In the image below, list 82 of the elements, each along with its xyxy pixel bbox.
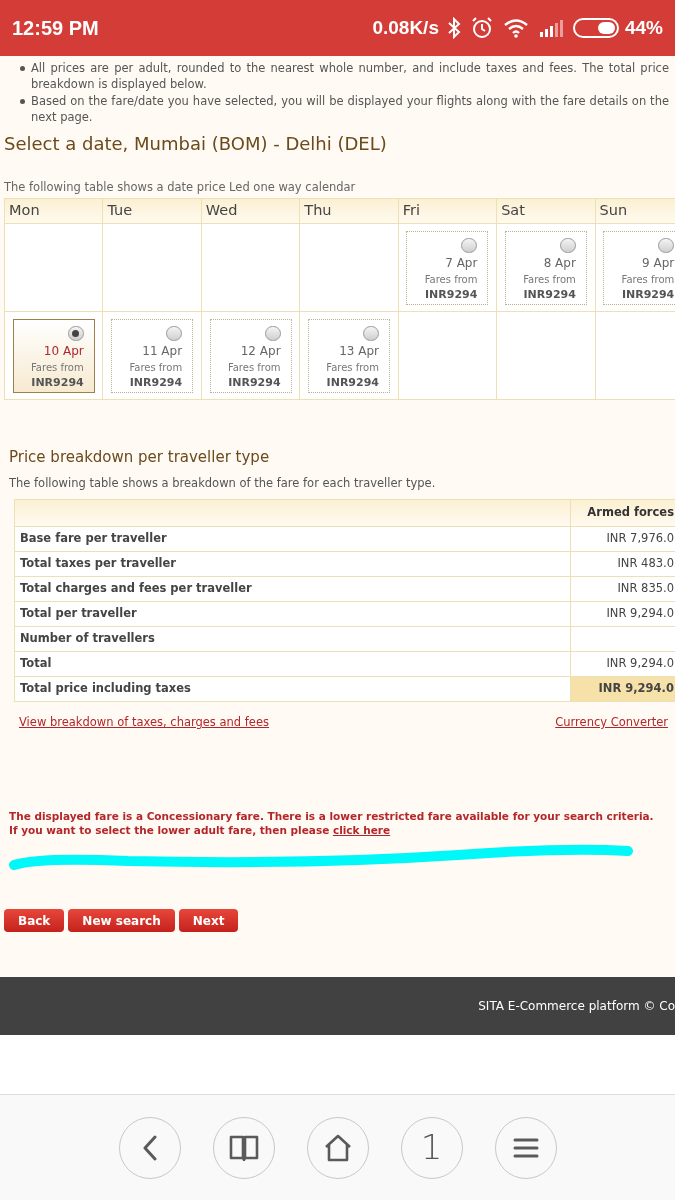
fare-price: INR9294 — [425, 287, 478, 304]
row-value: INR 9,294.0 — [571, 602, 675, 627]
radio-button[interactable] — [264, 325, 281, 342]
row-label: Base fare per traveller — [15, 527, 571, 552]
date-label: 12 Apr — [240, 343, 281, 361]
row-label: Total — [15, 652, 571, 677]
day-header: Tue — [103, 199, 202, 225]
row-label: Total price including taxes — [15, 677, 571, 702]
action-button[interactable]: Back — [4, 909, 65, 933]
date-label: 9 Apr — [642, 255, 675, 273]
clock-time: 12:59 PM — [12, 16, 99, 41]
day-header: Wed — [201, 199, 301, 225]
action-button[interactable]: New search — [68, 909, 175, 933]
fares-from-label: Fares from — [227, 361, 281, 376]
day-header: Fri — [398, 199, 498, 225]
fares-from-label: Fares from — [129, 361, 183, 376]
fare-price: INR9294 — [129, 375, 183, 392]
day-header: Sun — [595, 199, 675, 225]
battery-icon — [572, 18, 619, 38]
date-label: 8 Apr — [543, 255, 576, 273]
radio-button[interactable] — [559, 237, 576, 254]
battery-percent: 44% — [624, 15, 663, 40]
row-value: INR 7,976.0 — [571, 527, 675, 552]
wifi-icon — [502, 18, 529, 38]
column-header: Armed forces — [571, 500, 675, 527]
date-fare-option[interactable]: 13 Apr Fares from INR9294 — [308, 318, 390, 393]
radio-button[interactable] — [363, 325, 379, 342]
chevron-left-icon — [141, 1134, 158, 1161]
row-value: INR 835.0 — [571, 577, 675, 602]
fares-from-label: Fares from — [621, 273, 675, 288]
radio-button[interactable] — [67, 325, 84, 342]
fare-price: INR9294 — [523, 287, 576, 304]
footer-text: SITA E-Commerce platform © Co — [478, 998, 675, 1016]
day-header: Sat — [497, 199, 596, 225]
fare-price: INR9294 — [326, 375, 379, 392]
day-header: Thu — [300, 199, 399, 225]
fare-price: INR9294 — [228, 375, 281, 392]
date-label: 11 Apr — [142, 343, 183, 361]
row-label: Number of travellers — [15, 627, 571, 652]
row-label: Total charges and fees per traveller — [15, 577, 571, 602]
price-breakdown-title: Price breakdown per traveller type — [8, 447, 271, 469]
fares-from-label: Fares from — [326, 361, 379, 376]
action-button[interactable]: Next — [178, 909, 239, 933]
network-speed: 0.08K/s — [372, 15, 439, 40]
date-fare-option[interactable]: 12 Apr Fares from INR9294 — [209, 318, 292, 393]
bullet-icon — [20, 99, 25, 104]
click-here-link[interactable]: click here — [332, 824, 391, 837]
fares-from-label: Fares from — [31, 361, 84, 376]
fare-price: INR9294 — [621, 287, 675, 304]
date-label: 10 Apr — [43, 343, 84, 361]
row-value: INR 9,294.0 — [571, 677, 675, 702]
radio-button[interactable] — [461, 237, 478, 254]
date-fare-option[interactable]: 8 Apr Fares from INR9294 — [504, 230, 587, 305]
menu-icon — [512, 1136, 539, 1159]
date-label: 13 Apr — [339, 343, 379, 361]
bluetooth-icon — [446, 17, 461, 39]
calendar-caption: The following table shows a date price Led one way calendar — [3, 179, 357, 196]
concession-notice: The displayed fare is a Concessionary fare. There is a lower restricted fare available for your search criteria. If you want to select the lower adult fare, then please click here — [8, 809, 655, 838]
note-text: All prices are per adult, rounded to the nearest whole number, and include taxes and fees. The total price breakdown is displayed below. — [31, 60, 669, 92]
price-breakdown-caption: The following table shows a breakdown of the fare for each traveller type. — [8, 474, 437, 492]
row-label: Total per traveller — [15, 602, 571, 627]
note-text: Based on the fare/date you have selected, you will be displayed your flights along with the fare details on the next page. — [31, 93, 669, 125]
calendar-title: Select a date, Mumbai (BOM) - Delhi (DEL) — [3, 132, 388, 156]
day-header: Mon — [5, 199, 104, 225]
date-label: 7 Apr — [445, 255, 478, 273]
date-fare-option[interactable]: 11 Apr Fares from INR9294 — [111, 318, 194, 393]
row-label: Total taxes per traveller — [15, 552, 571, 577]
text-link[interactable]: View breakdown of taxes, charges and fees — [19, 714, 269, 732]
row-value: INR 483.0 — [571, 552, 675, 577]
bullet-icon — [20, 66, 25, 71]
date-fare-option[interactable]: 9 Apr Fares from INR9294 — [603, 230, 675, 305]
date-fare-option[interactable]: 10 Apr Fares from INR9294 — [12, 318, 95, 393]
text-link[interactable]: Currency Converter — [555, 714, 668, 732]
signal-icon — [538, 19, 563, 37]
date-fare-option[interactable]: 7 Apr Fares from INR9294 — [406, 230, 489, 305]
fares-from-label: Fares from — [424, 273, 478, 288]
radio-button[interactable] — [166, 325, 183, 342]
book-icon — [228, 1134, 259, 1161]
fares-from-label: Fares from — [523, 273, 576, 288]
radio-button[interactable] — [658, 237, 675, 254]
fare-price: INR9294 — [31, 375, 84, 392]
alarm-clock-icon — [470, 17, 493, 39]
